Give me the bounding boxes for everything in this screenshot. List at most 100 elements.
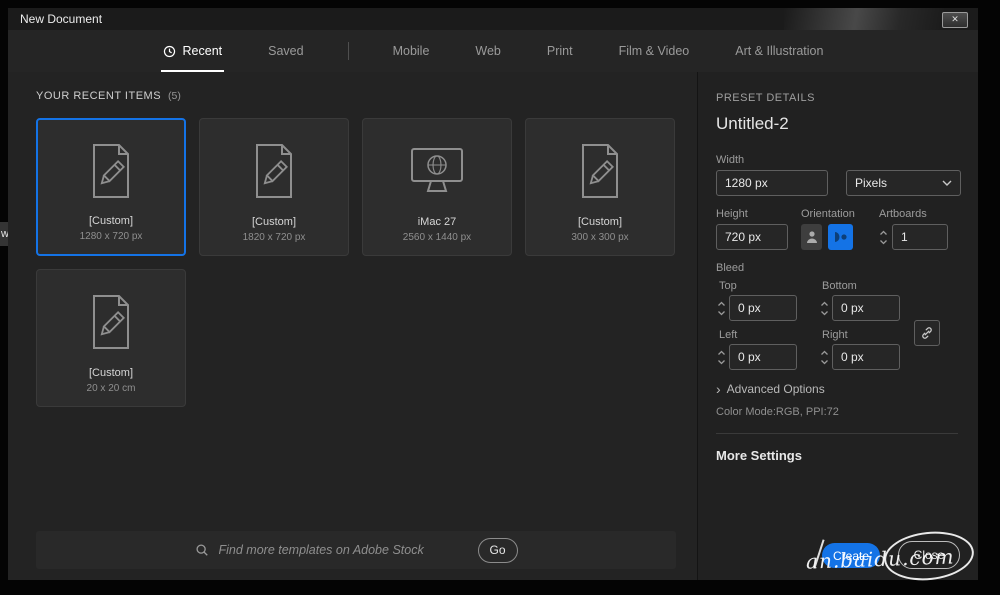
portrait-person-icon: [806, 231, 817, 243]
artboards-stepper[interactable]: [878, 224, 888, 250]
bleed-bottom-input[interactable]: [832, 295, 900, 321]
height-label: Height: [716, 208, 748, 220]
tab-art-illustration[interactable]: Art & Illustration: [733, 30, 825, 72]
stepper-up-icon: [879, 230, 887, 235]
bleed-left-stepper[interactable]: [716, 344, 726, 370]
dialog-main: YOUR RECENT ITEMS (5) [Custom] 1280 x 720…: [8, 72, 978, 580]
stepper-up-icon: [717, 350, 725, 355]
template-card-custom-1820x720[interactable]: [Custom] 1820 x 720 px: [199, 118, 349, 256]
template-name: iMac 27: [417, 216, 457, 228]
more-settings-button[interactable]: More Settings: [716, 448, 802, 463]
dialog-title: New Document: [20, 12, 103, 26]
bleed-left-label: Left: [719, 329, 738, 341]
template-card-custom-300x300[interactable]: [Custom] 300 x 300 px: [525, 118, 675, 256]
advanced-options-toggle[interactable]: › Advanced Options: [716, 382, 825, 396]
desktop-background: w New Document ✕ Recent Saved Mobile Web…: [0, 0, 1000, 595]
stepper-up-icon: [820, 301, 828, 306]
dialog-titlebar: New Document ✕: [8, 8, 978, 30]
dialog-close-button[interactable]: ✕: [942, 12, 968, 28]
recent-items-count: (5): [168, 90, 181, 102]
bleed-top-label: Top: [719, 280, 737, 292]
bleed-right-input[interactable]: [832, 344, 900, 370]
tab-mobile[interactable]: Mobile: [391, 30, 432, 72]
orientation-landscape-button[interactable]: [828, 224, 853, 250]
template-card-custom-1280x720[interactable]: [Custom] 1280 x 720 px: [36, 118, 186, 256]
bleed-link-values-button[interactable]: [914, 320, 940, 346]
width-label: Width: [716, 154, 745, 166]
template-size: 1820 x 720 px: [242, 232, 306, 243]
orientation-portrait-button[interactable]: [801, 224, 822, 250]
tab-print[interactable]: Print: [545, 30, 575, 72]
height-input[interactable]: [716, 224, 788, 250]
bleed-right-stepper[interactable]: [819, 344, 829, 370]
close-button[interactable]: Close: [898, 541, 960, 569]
clock-icon: [163, 45, 176, 58]
stepper-down-icon: [717, 310, 725, 315]
tab-divider: [347, 42, 349, 60]
document-pencil-icon: [249, 119, 299, 216]
tab-label: Art & Illustration: [735, 44, 824, 58]
bleed-right-label: Right: [822, 329, 848, 341]
tab-label: Mobile: [392, 44, 430, 58]
stepper-down-icon: [879, 239, 887, 244]
bleed-bottom-label: Bottom: [822, 280, 857, 292]
panel-divider: [716, 433, 958, 434]
recent-items-title: YOUR RECENT ITEMS: [36, 90, 162, 102]
stepper-down-icon: [820, 310, 828, 315]
document-pencil-icon: [575, 119, 625, 216]
tab-saved[interactable]: Saved: [266, 30, 305, 72]
chevron-right-icon: ›: [716, 381, 721, 397]
tab-film-video[interactable]: Film & Video: [617, 30, 692, 72]
width-input[interactable]: [716, 170, 828, 196]
template-name: [Custom]: [88, 215, 133, 227]
dialog-body: Recent Saved Mobile Web Print Film & Vid…: [8, 30, 978, 580]
template-size: 1280 x 720 px: [79, 231, 143, 242]
tab-recent[interactable]: Recent: [160, 30, 225, 72]
template-size: 2560 x 1440 px: [402, 232, 472, 243]
units-dropdown[interactable]: Pixels: [846, 170, 961, 196]
recent-items-heading: YOUR RECENT ITEMS (5): [36, 90, 181, 102]
color-mode-summary: Color Mode:RGB, PPI:72: [716, 406, 839, 418]
advanced-options-label: Advanced Options: [726, 382, 825, 396]
artboards-label: Artboards: [879, 208, 927, 220]
bleed-bottom-stepper[interactable]: [819, 295, 829, 321]
tab-label: Film & Video: [618, 44, 690, 58]
recent-items-grid: [Custom] 1280 x 720 px [Custom] 1820 x 7…: [36, 118, 678, 407]
template-name: [Custom]: [251, 216, 296, 228]
stepper-down-icon: [717, 359, 725, 364]
tab-bar: Recent Saved Mobile Web Print Film & Vid…: [8, 30, 978, 72]
document-pencil-icon: [86, 270, 136, 367]
template-name: [Custom]: [88, 367, 133, 379]
templates-area: YOUR RECENT ITEMS (5) [Custom] 1280 x 720…: [8, 72, 697, 580]
chevron-down-icon: [942, 180, 952, 186]
tab-label: Recent: [182, 44, 223, 58]
landscape-person-icon: [834, 232, 847, 242]
template-name: [Custom]: [577, 216, 622, 228]
go-button[interactable]: Go: [477, 537, 518, 563]
create-button[interactable]: Create: [822, 543, 880, 568]
template-size: 20 x 20 cm: [86, 383, 136, 394]
bleed-top-input[interactable]: [729, 295, 797, 321]
stepper-down-icon: [820, 359, 828, 364]
tab-label: Web: [475, 44, 501, 58]
tab-label: Print: [546, 44, 573, 58]
preset-details-panel: PRESET DETAILS Untitled-2 Width Pixels H…: [697, 72, 978, 580]
stepper-up-icon: [820, 350, 828, 355]
search-input[interactable]: [216, 542, 456, 558]
new-document-dialog: New Document ✕ Recent Saved Mobile Web P…: [8, 8, 978, 580]
tab-web[interactable]: Web: [473, 30, 502, 72]
stepper-up-icon: [717, 301, 725, 306]
document-name[interactable]: Untitled-2: [716, 114, 789, 134]
imac-globe-icon: [408, 119, 466, 216]
adobe-stock-search-bar: Go: [36, 531, 676, 569]
bleed-label: Bleed: [716, 262, 745, 274]
document-pencil-icon: [86, 120, 136, 215]
artboards-input[interactable]: [892, 224, 948, 250]
link-icon: [922, 327, 932, 339]
template-card-custom-20x20cm[interactable]: [Custom] 20 x 20 cm: [36, 269, 186, 407]
close-icon: ✕: [951, 14, 959, 24]
preset-details-heading: PRESET DETAILS: [716, 92, 815, 104]
template-card-imac-27[interactable]: iMac 27 2560 x 1440 px: [362, 118, 512, 256]
bleed-left-input[interactable]: [729, 344, 797, 370]
bleed-top-stepper[interactable]: [716, 295, 726, 321]
